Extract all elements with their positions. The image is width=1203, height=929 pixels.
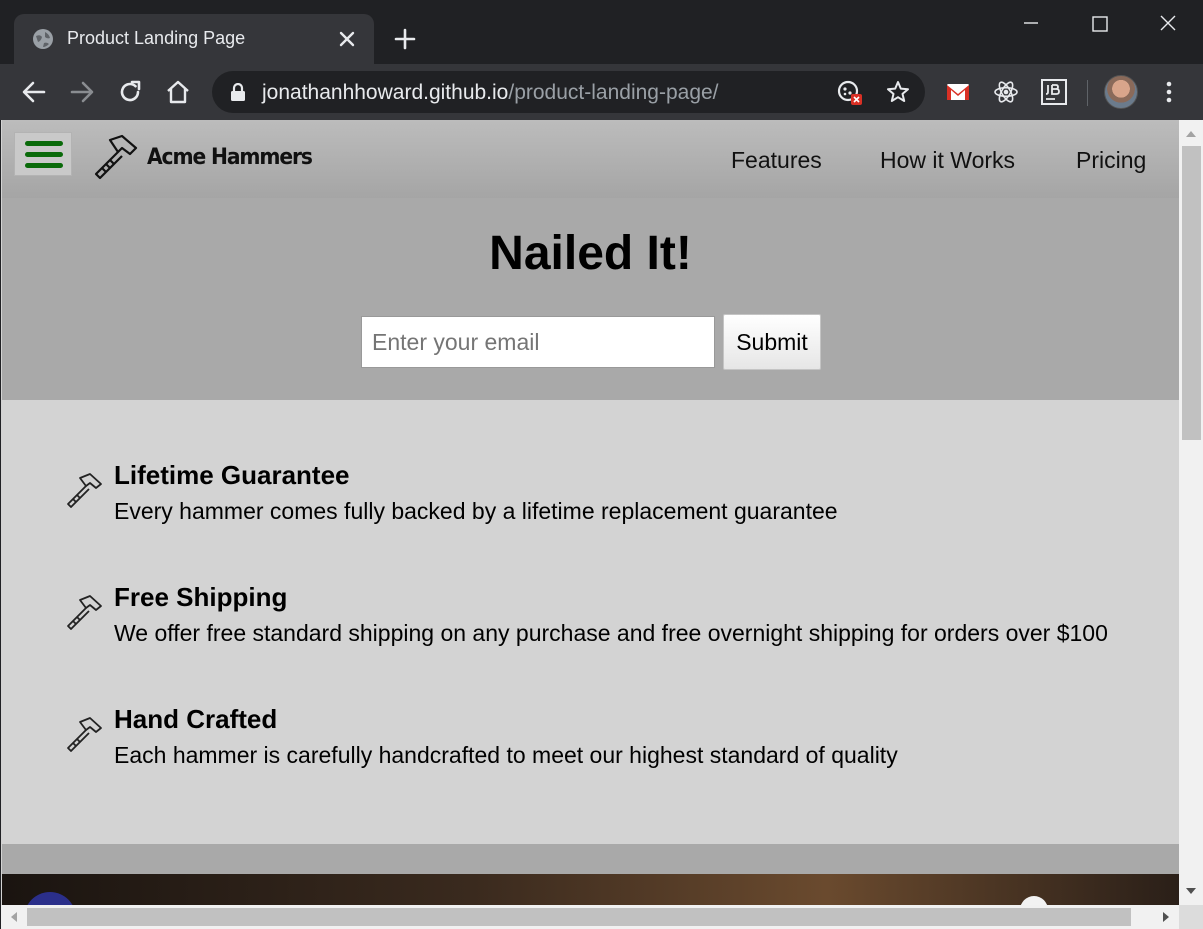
nav-link-how-it-works[interactable]: How it Works [880,147,1015,174]
brand-name: Acme Hammers [147,145,313,170]
nav-link-pricing[interactable]: Pricing [1076,147,1146,174]
address-bar[interactable]: jonathanhhoward.github.io/product-landin… [212,71,925,113]
tab-strip: Product Landing Page [0,0,1203,64]
feature-title: Free Shipping [114,582,288,612]
new-tab-icon[interactable] [393,27,417,51]
close-tab-icon[interactable] [336,28,358,50]
hammer-icon [67,473,102,508]
hamburger-menu-button[interactable] [14,132,72,176]
jetbrains-extension-icon[interactable] [1040,78,1068,106]
back-arrow-icon[interactable] [20,78,48,106]
video-embed[interactable] [2,874,1179,905]
hamburger-bar [25,152,63,157]
bookmark-star-icon[interactable] [885,79,911,105]
channel-logo [24,892,76,905]
toolbar-separator [1087,80,1088,106]
horizontal-scrollbar[interactable] [1,905,1179,929]
hammer-logo-icon [94,134,138,180]
section-divider [2,844,1179,874]
submit-button[interactable]: Submit [723,314,821,370]
feature-title: Hand Crafted [114,704,278,734]
lock-icon [231,83,245,101]
hero-title: Nailed It! [489,227,692,280]
page-viewport: Acme Hammers Features How it Works Prici… [0,120,1203,929]
scroll-right-arrow-icon[interactable] [1158,909,1174,925]
browser-toolbar: jonathanhhoward.github.io/product-landin… [0,64,1203,120]
feature-item: Free Shipping We offer free standard shi… [2,582,1179,662]
url-text: jonathanhhoward.github.io/product-landin… [262,81,719,105]
feature-title: Lifetime Guarantee [114,460,350,490]
hamburger-bar [25,141,63,146]
home-icon[interactable] [164,78,192,106]
hammer-icon [67,717,102,752]
hero-section: Nailed It! Submit [2,198,1179,400]
feature-description: We offer free standard shipping on any p… [114,620,1108,646]
hammer-icon [67,595,102,630]
globe-icon [33,29,53,49]
email-input[interactable] [361,316,715,368]
nav-link-features[interactable]: Features [731,147,822,174]
features-section: Lifetime Guarantee Every hammer comes fu… [2,400,1179,844]
feature-item: Lifetime Guarantee Every hammer comes fu… [2,460,1179,540]
cookie-blocked-icon[interactable] [837,80,863,106]
scrollbar-corner [1179,905,1203,929]
react-devtools-icon[interactable] [992,78,1020,106]
video-info-icon[interactable] [1020,896,1048,905]
gmail-extension-icon[interactable] [944,78,972,106]
vertical-scroll-thumb[interactable] [1182,146,1201,440]
browser-tab[interactable]: Product Landing Page [14,14,374,64]
landing-page: Acme Hammers Features How it Works Prici… [2,120,1179,905]
scroll-left-arrow-icon[interactable] [6,909,22,925]
hamburger-bar [25,163,63,168]
reload-icon[interactable] [116,78,144,106]
feature-description: Every hammer comes fully backed by a lif… [114,498,838,524]
url-host: jonathanhhoward.github.io [262,81,509,104]
minimize-icon[interactable] [1011,8,1051,40]
more-menu-icon[interactable] [1155,78,1183,106]
tab-title: Product Landing Page [67,28,246,48]
profile-avatar[interactable] [1104,75,1138,109]
maximize-icon[interactable] [1080,8,1120,40]
feature-item: Hand Crafted Each hammer is carefully ha… [2,704,1179,784]
vertical-scrollbar[interactable] [1179,120,1203,905]
close-window-icon[interactable] [1148,8,1188,40]
horizontal-scroll-thumb[interactable] [27,908,1131,926]
url-path: /product-landing-page/ [508,81,719,104]
forward-arrow-icon[interactable] [68,78,96,106]
scroll-down-arrow-icon[interactable] [1183,883,1199,899]
site-header: Acme Hammers Features How it Works Prici… [2,120,1179,198]
scroll-up-arrow-icon[interactable] [1183,126,1199,142]
feature-description: Each hammer is carefully handcrafted to … [114,742,898,768]
